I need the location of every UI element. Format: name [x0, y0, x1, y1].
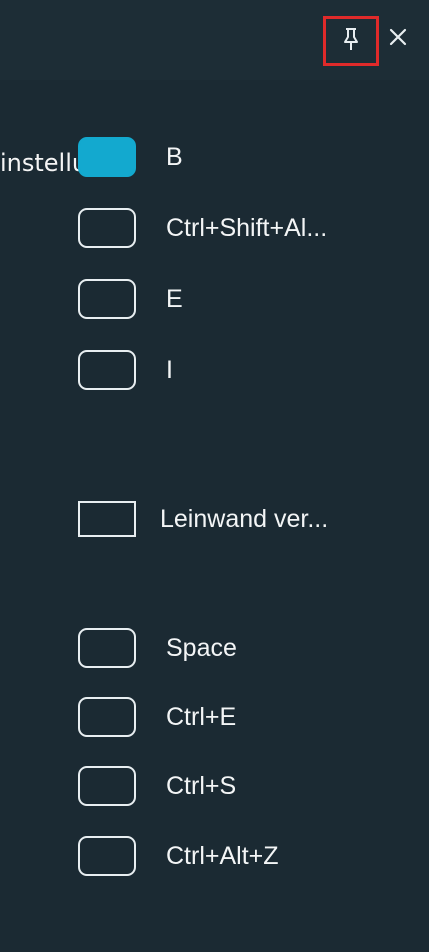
shortcut-row-space[interactable]: Space: [78, 624, 237, 672]
shortcut-row-i[interactable]: I: [78, 346, 173, 394]
shortcut-row-b[interactable]: B: [78, 133, 183, 181]
shortcut-label: Ctrl+Shift+Al...: [166, 213, 328, 242]
shortcut-row-ctrl-shift-alt[interactable]: Ctrl+Shift+Al...: [78, 204, 327, 252]
key-toggle[interactable]: [78, 208, 136, 248]
shortcut-label: E: [166, 284, 183, 313]
key-toggle-active[interactable]: [78, 137, 136, 177]
key-toggle[interactable]: [78, 697, 136, 737]
key-toggle[interactable]: [78, 350, 136, 390]
shortcut-row-ctrl-e[interactable]: Ctrl+E: [78, 693, 236, 741]
key-toggle[interactable]: [78, 836, 136, 876]
shortcut-label: Ctrl+Alt+Z: [166, 841, 279, 870]
pin-button[interactable]: [323, 16, 379, 66]
shortcut-label: I: [166, 355, 173, 384]
close-button[interactable]: [385, 26, 411, 52]
key-toggle[interactable]: [78, 766, 136, 806]
panel-header: [0, 0, 429, 80]
shortcut-row-ctrl-s[interactable]: Ctrl+S: [78, 762, 236, 810]
canvas-option-row[interactable]: Leinwand ver...: [78, 495, 328, 543]
close-icon: [388, 27, 408, 52]
shortcut-row-e[interactable]: E: [78, 275, 183, 323]
shortcut-label: B: [166, 142, 183, 171]
key-toggle[interactable]: [78, 628, 136, 668]
shortcut-row-ctrl-alt-z[interactable]: Ctrl+Alt+Z: [78, 832, 279, 880]
key-toggle[interactable]: [78, 279, 136, 319]
shortcut-label: Ctrl+S: [166, 771, 237, 800]
shortcut-label: Ctrl+E: [166, 702, 237, 731]
shortcut-panel: instellung B Ctrl+Shift+Al... E I Leinwa…: [0, 0, 429, 952]
shortcut-label: Space: [166, 633, 237, 662]
pin-icon: [340, 27, 362, 56]
canvas-toggle[interactable]: [78, 501, 136, 537]
canvas-option-label: Leinwand ver...: [160, 504, 329, 533]
